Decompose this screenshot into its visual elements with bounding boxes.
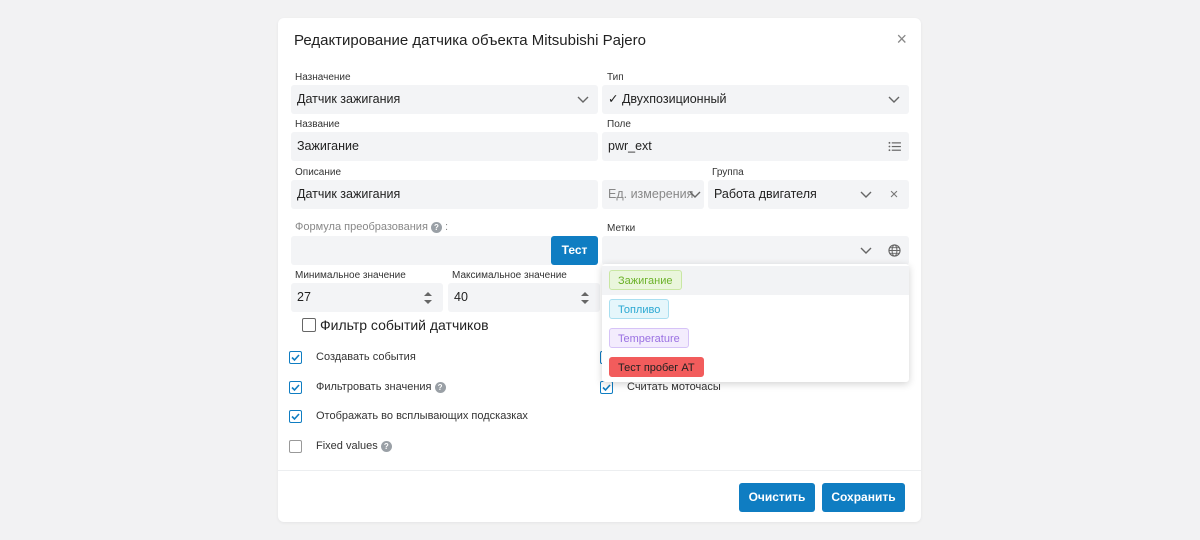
purpose-label: Назначение xyxy=(295,72,351,83)
close-icon[interactable]: × xyxy=(896,30,907,48)
field-label: Поле xyxy=(607,119,631,130)
tags-label: Метки xyxy=(607,223,636,234)
fixed-values-checkbox[interactable] xyxy=(289,440,302,453)
stepper-icon[interactable] xyxy=(421,283,435,312)
sensor-edit-dialog: Редактирование датчика объекта Mitsubish… xyxy=(278,18,921,522)
chevron-down-icon xyxy=(887,85,901,114)
fixed-values-text: Fixed values xyxy=(316,440,378,452)
list-icon[interactable] xyxy=(887,132,901,161)
description-label: Описание xyxy=(295,167,342,178)
chevron-down-icon xyxy=(576,85,590,114)
tag-option[interactable]: Тест пробег АТ xyxy=(602,353,909,382)
formula-label-text: Формула преобразования xyxy=(295,221,428,233)
tags-select[interactable] xyxy=(602,236,909,265)
field-input[interactable]: pwr_ext xyxy=(602,132,909,161)
type-label: Тип xyxy=(607,72,624,83)
type-value: ✓ Двухпозиционный xyxy=(608,92,727,106)
tooltips-label: Отображать во всплывающих подсказках xyxy=(316,410,528,422)
save-button[interactable]: Сохранить xyxy=(822,483,905,512)
stepper-icon[interactable] xyxy=(578,283,592,312)
footer-divider xyxy=(278,470,921,471)
formula-label-suffix: : xyxy=(444,221,449,233)
clear-button[interactable]: Очистить xyxy=(739,483,815,512)
tags-dropdown: Зажигание Топливо Temperature Тест пробе… xyxy=(602,264,909,382)
unit-select[interactable]: Ед. измерения xyxy=(602,180,704,209)
help-icon[interactable]: ? xyxy=(380,440,392,452)
formula-label: Формула преобразования? : xyxy=(295,221,448,233)
tag-option[interactable]: Топливо xyxy=(602,295,909,324)
type-select[interactable]: ✓ Двухпозиционный xyxy=(602,85,909,114)
purpose-select[interactable]: Датчик зажигания xyxy=(291,85,598,114)
filter-values-label: Фильтровать значения? xyxy=(316,381,446,393)
max-input[interactable]: 40 xyxy=(448,283,600,312)
min-input[interactable]: 27 xyxy=(291,283,443,312)
engine-hours-label: Считать моточасы xyxy=(627,381,721,393)
max-label: Максимальное значение xyxy=(452,270,567,281)
formula-input[interactable] xyxy=(291,236,553,265)
min-label: Минимальное значение xyxy=(295,270,406,281)
chevron-down-icon xyxy=(859,180,873,209)
name-value: Зажигание xyxy=(297,139,359,153)
tag-fuel: Топливо xyxy=(609,299,670,319)
tag-option[interactable]: Зажигание xyxy=(602,266,909,295)
create-events-checkbox[interactable] xyxy=(289,351,302,364)
description-input[interactable]: Датчик зажигания xyxy=(291,180,598,209)
tag-ignition: Зажигание xyxy=(609,270,682,290)
name-input[interactable]: Зажигание xyxy=(291,132,598,161)
globe-icon[interactable] xyxy=(887,236,901,265)
create-events-label: Создавать события xyxy=(316,351,416,363)
unit-placeholder: Ед. измерения xyxy=(608,187,694,201)
tag-temperature: Temperature xyxy=(609,328,689,348)
engine-hours-checkbox[interactable] xyxy=(600,381,613,394)
max-value: 40 xyxy=(454,290,468,304)
filter-values-checkbox[interactable] xyxy=(289,381,302,394)
filter-label: Фильтр событий датчиков xyxy=(320,317,489,333)
chevron-down-icon xyxy=(688,180,702,209)
filter-checkbox[interactable] xyxy=(302,318,316,332)
field-value: pwr_ext xyxy=(608,139,652,153)
help-icon[interactable]: ? xyxy=(434,381,446,393)
clear-group-icon[interactable]: × xyxy=(887,180,901,209)
group-label: Группа xyxy=(712,167,744,178)
purpose-value: Датчик зажигания xyxy=(297,92,401,106)
test-button[interactable]: Тест xyxy=(551,236,598,265)
description-value: Датчик зажигания xyxy=(297,187,401,201)
dialog-title: Редактирование датчика объекта Mitsubish… xyxy=(294,32,646,49)
group-value: Работа двигателя xyxy=(714,187,817,201)
tag-option[interactable]: Temperature xyxy=(602,324,909,353)
fixed-values-label: Fixed values? xyxy=(316,440,392,452)
group-select[interactable]: Работа двигателя × xyxy=(708,180,909,209)
min-value: 27 xyxy=(297,290,311,304)
chevron-down-icon xyxy=(859,236,873,265)
tooltips-checkbox[interactable] xyxy=(289,410,302,423)
name-label: Название xyxy=(295,119,340,130)
filter-values-text: Фильтровать значения xyxy=(316,381,432,393)
help-icon[interactable]: ? xyxy=(430,221,442,233)
tag-mileage-test: Тест пробег АТ xyxy=(609,357,704,377)
